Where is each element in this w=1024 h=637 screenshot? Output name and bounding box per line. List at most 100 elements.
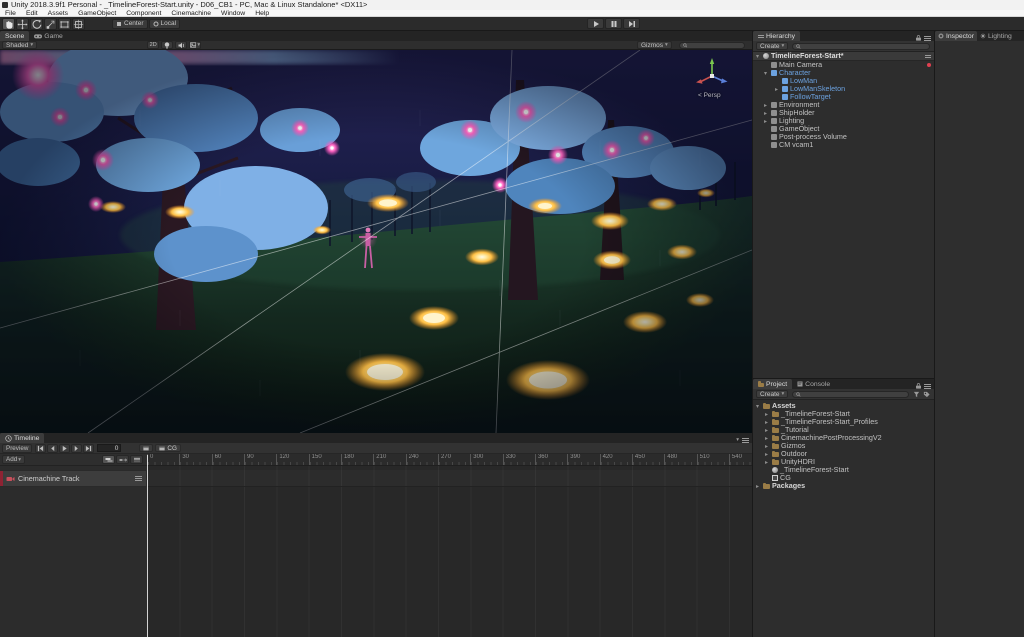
scene-viewport-canvas[interactable]: < Persp — [0, 50, 752, 433]
timeline-director-chip[interactable] — [139, 444, 153, 452]
timeline-play-button[interactable] — [59, 444, 70, 453]
scene-audio-button[interactable] — [175, 41, 187, 49]
next-frame-button[interactable] — [71, 444, 82, 453]
foldout-arrow[interactable] — [765, 427, 772, 434]
search-by-type-icon[interactable] — [913, 391, 920, 398]
hierarchy-item[interactable]: LowManSkeleton — [753, 85, 934, 93]
prev-frame-button[interactable] — [47, 444, 58, 453]
rotate-tool-button[interactable] — [30, 18, 43, 30]
foldout-arrow[interactable] — [765, 443, 772, 450]
tab-scene[interactable]: Scene — [0, 31, 29, 41]
panel-menu-icon[interactable] — [742, 438, 749, 443]
tab-game[interactable]: Game — [29, 31, 68, 41]
menu-item[interactable]: Assets — [43, 10, 73, 17]
pivot-toggle-button[interactable]: Center — [112, 19, 148, 29]
space-icon — [153, 21, 159, 27]
pause-button[interactable] — [605, 18, 622, 29]
scene-search-input[interactable] — [687, 42, 741, 49]
foldout-arrow[interactable] — [764, 102, 771, 109]
foldout-arrow[interactable] — [765, 451, 772, 458]
foldout-arrow[interactable] — [765, 459, 772, 466]
tab-hierarchy[interactable]: Hierarchy — [753, 31, 800, 41]
space-toggle-button[interactable]: Local — [149, 19, 181, 29]
add-label: Add — [6, 456, 17, 463]
menu-item[interactable]: Edit — [21, 10, 43, 17]
foldout-arrow[interactable] — [756, 483, 763, 490]
playhead-line[interactable] — [147, 455, 148, 637]
add-track-button[interactable]: Add ▾ — [2, 455, 25, 464]
lock-icon[interactable] — [916, 35, 921, 41]
scene-effects-dropdown[interactable]: ▾ — [189, 41, 201, 49]
foldout-arrow[interactable] — [765, 419, 772, 426]
menu-item[interactable]: Cinemachine — [166, 10, 216, 17]
cinemachine-track-header[interactable]: Cinemachine Track — [0, 470, 147, 487]
foldout-arrow[interactable] — [764, 70, 771, 77]
menu-item[interactable]: Window — [216, 10, 250, 17]
search-by-label-icon[interactable] — [923, 391, 930, 398]
menu-item[interactable]: GameObject — [73, 10, 121, 17]
preview-toggle-button[interactable]: Preview — [2, 444, 32, 453]
scene-menu-icon[interactable] — [925, 54, 931, 58]
menu-item[interactable]: Component — [121, 10, 166, 17]
hierarchy-search-field[interactable] — [792, 43, 930, 50]
foldout-arrow[interactable] — [764, 118, 771, 125]
hierarchy-tab-label: Hierarchy — [766, 33, 795, 40]
ripple-mode-button[interactable] — [116, 455, 129, 464]
panel-menu-icon[interactable] — [924, 384, 931, 389]
tab-inspector[interactable]: Inspector — [935, 31, 977, 41]
asset-icon — [772, 475, 778, 481]
foldout-arrow[interactable] — [775, 86, 782, 93]
tab-lighting[interactable]: Lighting — [977, 31, 1015, 41]
transform-tool-button[interactable] — [72, 18, 85, 30]
track-clip-lane[interactable] — [147, 470, 752, 487]
step-button[interactable] — [623, 18, 640, 29]
goto-end-button[interactable] — [83, 444, 94, 453]
tab-timeline[interactable]: Timeline — [0, 433, 44, 443]
foldout-arrow[interactable] — [765, 435, 772, 442]
foldout-arrow[interactable] — [756, 53, 763, 60]
scene-search-field[interactable] — [679, 42, 745, 49]
mix-mode-icon — [105, 457, 113, 463]
tab-project[interactable]: Project — [753, 379, 792, 389]
project-item[interactable]: Packages — [753, 482, 934, 490]
rect-tool-button[interactable] — [58, 18, 71, 30]
hierarchy-item[interactable]: CM vcam1 — [753, 141, 934, 149]
timeline-clip-area[interactable] — [147, 466, 752, 637]
lock-icon[interactable] — [916, 383, 921, 389]
asset-name: Packages — [772, 482, 805, 490]
panel-menu-icon[interactable] — [924, 36, 931, 41]
hierarchy-search-input[interactable] — [801, 43, 926, 50]
foldout-arrow[interactable] — [765, 411, 772, 418]
goto-start-button[interactable] — [35, 444, 46, 453]
gizmos-dropdown[interactable]: Gizmos ▾ — [637, 41, 672, 49]
shading-mode-dropdown[interactable]: Shaded ▾ — [2, 41, 37, 49]
foldout-arrow[interactable] — [764, 110, 771, 117]
play-button[interactable] — [587, 18, 604, 29]
move-tool-button[interactable] — [16, 18, 29, 30]
project-search-input[interactable] — [801, 391, 905, 398]
track-menu-icon[interactable] — [135, 476, 142, 481]
scale-tool-button[interactable] — [44, 18, 57, 30]
tab-console[interactable]: Console — [792, 379, 835, 389]
menu-item[interactable]: Help — [250, 10, 274, 17]
timeline-tab-label: Timeline — [14, 435, 39, 442]
scene-lighting-button[interactable] — [161, 41, 173, 49]
toggle-2d-button[interactable]: 2D — [147, 41, 159, 49]
hand-tool-button[interactable] — [2, 18, 15, 30]
timeline-asset-chip[interactable]: CG — [155, 444, 180, 452]
current-frame-field[interactable]: 0 — [97, 444, 121, 452]
foldout-arrow[interactable] — [756, 403, 763, 410]
mix-mode-button[interactable] — [102, 455, 115, 464]
replace-mode-button[interactable] — [130, 455, 143, 464]
project-search-field[interactable] — [792, 391, 909, 398]
timeline-track[interactable]: Cinemachine Track — [0, 470, 752, 487]
hierarchy-item[interactable]: Character — [753, 69, 934, 77]
persp-mode-label[interactable]: < Persp — [698, 92, 721, 99]
create-button[interactable]: Create ▾ — [756, 390, 788, 398]
inspector-icon — [938, 33, 944, 39]
goto-start-icon — [37, 445, 44, 452]
timeline-ruler[interactable]: 0 30 60 90 120 150 180 210 240 270 300 3… — [147, 454, 752, 466]
menu-item[interactable]: File — [0, 10, 21, 17]
create-button[interactable]: Create ▾ — [756, 42, 788, 50]
project-toolbar: Create ▾ — [753, 389, 934, 400]
